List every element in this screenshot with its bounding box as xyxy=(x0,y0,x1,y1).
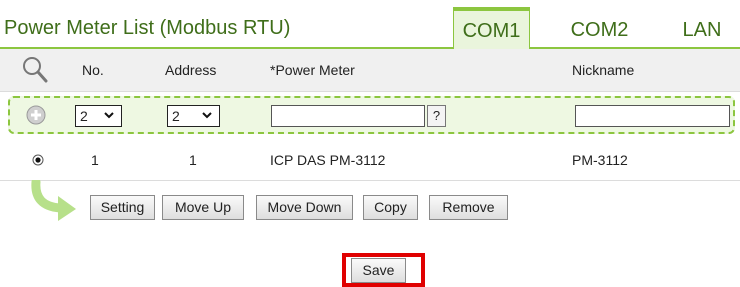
column-address: Address xyxy=(165,62,217,78)
search-icon[interactable] xyxy=(22,56,48,87)
power-meter-input[interactable] xyxy=(271,105,425,127)
tab-lan[interactable]: LAN xyxy=(674,10,730,47)
chevron-down-icon xyxy=(104,112,114,119)
add-icon[interactable] xyxy=(26,105,46,130)
nickname-input[interactable] xyxy=(575,105,730,127)
tab-com2[interactable]: COM2 xyxy=(562,10,637,47)
table-row[interactable]: 1 1 ICP DAS PM-3112 PM-3112 xyxy=(0,140,740,181)
column-nickname: Nickname xyxy=(572,62,635,78)
title-bar: Power Meter List (Modbus RTU) COM1 COM2 … xyxy=(0,0,740,51)
row-nickname: PM-3112 xyxy=(572,152,628,168)
row-power-meter: ICP DAS PM-3112 xyxy=(270,152,386,168)
row-address: 1 xyxy=(189,152,197,168)
setting-button[interactable]: Setting xyxy=(90,195,155,220)
chevron-down-icon xyxy=(202,112,212,119)
tab-com1[interactable]: COM1 xyxy=(453,7,530,51)
table-header: No. Address *Power Meter Nickname xyxy=(0,49,740,92)
row-no: 1 xyxy=(91,152,99,168)
copy-button[interactable]: Copy xyxy=(363,195,418,220)
move-up-button[interactable]: Move Up xyxy=(162,195,244,220)
move-down-button[interactable]: Move Down xyxy=(256,195,353,220)
no-select-value: 2 xyxy=(80,108,88,124)
power-meter-help-button[interactable]: ? xyxy=(427,105,446,127)
address-select-value: 2 xyxy=(172,108,180,124)
address-select[interactable]: 2 xyxy=(167,105,220,127)
column-power-meter: *Power Meter xyxy=(270,62,355,78)
row-radio[interactable] xyxy=(32,153,44,169)
column-no: No. xyxy=(82,62,104,78)
no-select[interactable]: 2 xyxy=(75,105,122,127)
page-title: Power Meter List (Modbus RTU) xyxy=(4,17,291,39)
curved-arrow-icon xyxy=(30,177,80,227)
add-row: 2 2 ? xyxy=(8,96,735,134)
remove-button[interactable]: Remove xyxy=(429,195,508,220)
